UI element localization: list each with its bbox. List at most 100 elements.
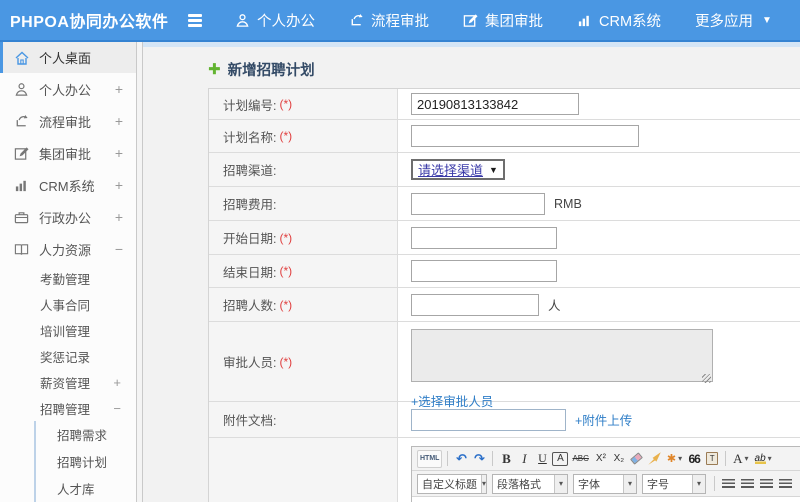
plan-number-input[interactable] xyxy=(411,93,579,115)
align-left-icon[interactable] xyxy=(720,475,737,493)
nav-personal-office[interactable]: 个人办公 xyxy=(235,10,315,31)
sidebar-item-crm[interactable]: CRM系统 + xyxy=(0,169,136,201)
briefcase-icon xyxy=(13,209,30,226)
sidebar-item-salary[interactable]: 薪资管理 + xyxy=(0,369,136,395)
editor-content-area[interactable] xyxy=(412,497,800,502)
approvers-textarea[interactable] xyxy=(411,329,713,382)
field-label: 招聘费用: xyxy=(223,198,277,212)
html-source-button[interactable]: HTML xyxy=(417,449,443,468)
hamburger-menu-icon[interactable] xyxy=(185,13,205,27)
form-row-channel: 招聘渠道: 请选择渠道 ▼ xyxy=(209,153,800,187)
fee-input[interactable] xyxy=(411,192,545,215)
align-justify-icon[interactable] xyxy=(777,475,794,493)
sidebar: 个人桌面 个人办公 + 流程审批 + 集团审批 + CRM系统 + 行政办公 +… xyxy=(0,42,136,502)
expand-plus-icon[interactable]: + xyxy=(115,209,123,225)
font-style-button[interactable]: A xyxy=(552,451,569,466)
sidebar-item-hr[interactable]: 人力资源 − xyxy=(0,233,136,265)
sidebar-item-recruit-plan[interactable]: 招聘计划 xyxy=(36,448,136,475)
custom-title-select[interactable]: 自定义标题 ▾ xyxy=(417,473,487,494)
superscript-button[interactable]: X² xyxy=(593,450,609,468)
sidebar-item-training[interactable]: 培训管理 xyxy=(0,317,136,343)
paragraph-format-select[interactable]: 段落格式 ▾ xyxy=(492,473,568,494)
clear-format-broom-icon[interactable] xyxy=(647,450,663,468)
sidebar-item-personal-office[interactable]: 个人办公 + xyxy=(0,73,136,105)
form-row-headcount: 招聘人数: (*) 人 xyxy=(209,288,800,322)
start-date-input[interactable] xyxy=(411,226,557,249)
expand-plus-icon[interactable]: + xyxy=(113,375,121,390)
channel-select[interactable]: 请选择渠道 ▼ xyxy=(411,159,505,180)
field-label: 开始日期: xyxy=(223,232,277,246)
expand-plus-icon[interactable]: + xyxy=(115,177,123,193)
nav-group-approval[interactable]: 集团审批 xyxy=(463,10,543,31)
redo-icon[interactable]: ↷ xyxy=(471,450,487,468)
attachment-upload-link[interactable]: +附件上传 xyxy=(575,410,632,429)
undo-icon[interactable]: ↶ xyxy=(453,450,469,468)
select-caret-icon: ▾ xyxy=(554,474,567,493)
expand-plus-icon[interactable]: + xyxy=(115,145,123,161)
insert-link-icon[interactable]: ∞ xyxy=(796,475,800,493)
required-mark: (*) xyxy=(279,264,293,278)
subscript-button[interactable]: X₂ xyxy=(611,450,627,468)
sidebar-item-recruit-mgmt[interactable]: 招聘管理 − xyxy=(0,395,136,421)
form-row-attachment: 附件文档: +附件上传 xyxy=(209,402,800,438)
person-icon xyxy=(13,81,30,98)
format-painter-icon[interactable]: ✱ ▾ xyxy=(665,450,684,468)
align-center-icon[interactable] xyxy=(739,475,756,493)
align-right-icon[interactable] xyxy=(758,475,775,493)
sidebar-scrollbar[interactable] xyxy=(136,42,143,502)
blockquote-button[interactable]: 66 xyxy=(686,450,702,468)
nav-crm-system[interactable]: CRM系统 xyxy=(577,10,661,31)
chevron-down-icon: ▼ xyxy=(762,14,772,26)
process-arrow-icon xyxy=(13,113,30,130)
attachment-input[interactable] xyxy=(411,408,566,431)
nav-process-approval[interactable]: 流程审批 xyxy=(349,10,429,31)
sidebar-item-admin-office[interactable]: 行政办公 + xyxy=(0,201,136,233)
font-color-button[interactable]: A ▾ xyxy=(731,450,750,468)
resize-grip-icon[interactable] xyxy=(702,374,711,383)
headcount-unit-label: 人 xyxy=(548,299,561,313)
form-row-fee: 招聘费用: RMB xyxy=(209,187,800,221)
recruit-plan-form: 计划编号: (*) 计划名称: (*) 招聘 xyxy=(208,88,800,502)
plan-name-input[interactable] xyxy=(411,125,639,147)
font-family-select[interactable]: 字体 ▾ xyxy=(573,473,637,494)
sidebar-item-attendance[interactable]: 考勤管理 xyxy=(0,265,136,291)
sidebar-item-talent-pool[interactable]: 人才库 xyxy=(36,475,136,502)
font-size-select[interactable]: 字号 ▾ xyxy=(642,473,706,494)
field-label: 计划名称: xyxy=(223,130,277,145)
plus-icon: ✚ xyxy=(208,61,221,78)
eraser-icon[interactable] xyxy=(629,450,645,468)
paste-icon[interactable]: T xyxy=(704,450,720,468)
required-mark: (*) xyxy=(279,297,293,312)
field-label: 计划编号: xyxy=(223,98,277,113)
expand-plus-icon[interactable]: + xyxy=(115,81,123,97)
collapse-minus-icon[interactable]: − xyxy=(115,241,123,257)
collapse-minus-icon[interactable]: − xyxy=(113,401,121,416)
select-caret-icon: ▾ xyxy=(481,474,487,493)
sidebar-item-desktop[interactable]: 个人桌面 xyxy=(0,42,136,73)
italic-button[interactable]: I xyxy=(516,450,532,468)
field-label: 招聘渠道: xyxy=(223,164,277,178)
nav-more-apps[interactable]: 更多应用 ▼ xyxy=(695,10,772,31)
sidebar-item-hr-contract[interactable]: 人事合同 xyxy=(0,291,136,317)
form-row-plan-name: 计划名称: (*) xyxy=(209,120,800,153)
required-mark: (*) xyxy=(279,97,293,111)
editor-toolbar-row1: HTML ↶ ↷ B I U A ABC X² X₂ ✱ ▾ 66 T A ▾ … xyxy=(412,447,800,471)
headcount-input[interactable] xyxy=(411,293,539,316)
sidebar-item-recruit-demand[interactable]: 招聘需求 xyxy=(36,421,136,448)
end-date-input[interactable] xyxy=(411,260,557,282)
sidebar-item-rewards[interactable]: 奖惩记录 xyxy=(0,343,136,369)
person-icon xyxy=(235,13,250,28)
underline-button[interactable]: U xyxy=(534,450,550,468)
form-row-editor: HTML ↶ ↷ B I U A ABC X² X₂ ✱ ▾ 66 T A ▾ … xyxy=(209,438,800,502)
sidebar-item-group-approval[interactable]: 集团审批 + xyxy=(0,137,136,169)
form-row-plan-number: 计划编号: (*) xyxy=(209,89,800,120)
expand-plus-icon[interactable]: + xyxy=(115,113,123,129)
sidebar-item-process-approval[interactable]: 流程审批 + xyxy=(0,105,136,137)
main-content: ✚ 新增招聘计划 计划编号: (*) 计划名称: (*) xyxy=(143,42,800,502)
bold-button[interactable]: B xyxy=(498,450,514,468)
edit-square-icon xyxy=(463,13,478,28)
highlight-color-button[interactable]: ab ▾ xyxy=(753,450,774,468)
strikethrough-button[interactable]: ABC xyxy=(570,450,590,468)
edit-square-icon xyxy=(13,145,30,162)
field-label: 结束日期: xyxy=(223,265,277,280)
